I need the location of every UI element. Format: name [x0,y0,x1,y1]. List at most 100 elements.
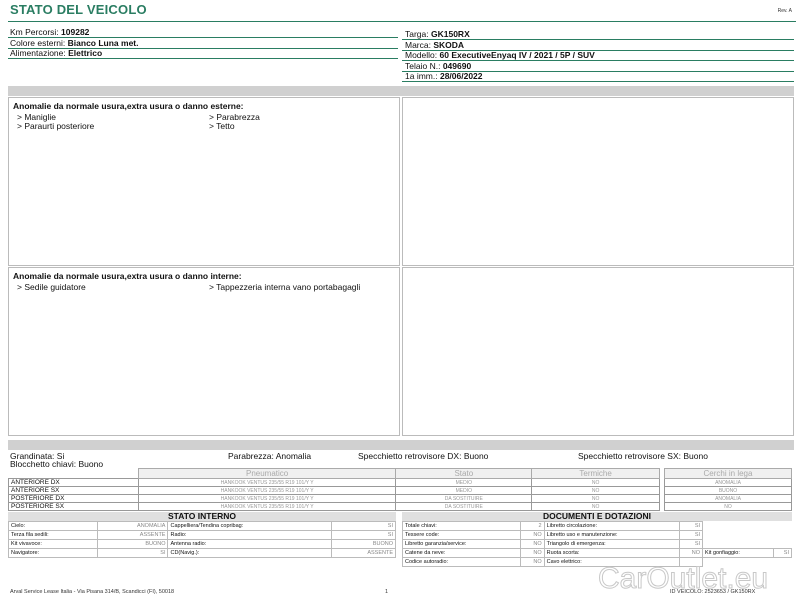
state-row: Tessere code: NO Libretto uso e manutenzio… [401,530,792,540]
state-value: NO [520,557,545,567]
documenti-title: DOCUMENTI E DOTAZIONI [402,512,792,521]
state-value: SI [678,539,704,549]
tyre-position: ANTERIORE SX [8,486,139,495]
info-label: Colore esterni: [10,38,66,48]
footer-company: Arval Service Lease Italia - Via Pisana … [10,589,175,595]
watermark-logo: CarOutlet.eu [597,562,769,596]
tyre-row: POSTERIORE DX HANKOOK VENTUS 235/55 R19 1… [8,494,660,503]
state-label: Libretto uso e manutenzione: [543,530,680,540]
tyre-stato: MEDIO [395,486,533,495]
state-row: Cielo: ANOMALIA Cappelliera/Tendina coprib… [7,521,397,531]
state-label: Antenna radio: [167,539,332,549]
state-label: Libretto circolazione: [543,521,680,531]
stato-interno-title: STATO INTERNO [8,512,396,521]
right-info-row: Modello: 60 ExecutiveEnyaq IV / 2021 / 5… [405,50,595,60]
info-value: 109282 [61,27,90,37]
tyre-row: ANTERIORE DX HANKOOK VENTUS 235/55 R19 10… [8,478,660,487]
state-label: Codice autoradio: [401,557,522,567]
cerchi-row: BUONO [664,486,792,495]
state-value: SI [330,521,397,531]
internal-photo-box [402,267,794,436]
tyre-stato: DA SOSTITUIRE [395,502,533,511]
tyre-row: ANTERIORE SX HANKOOK VENTUS 235/55 R19 10… [8,486,660,495]
anomaly-item: > Tappezzeria interna vano portabagagli [209,282,361,292]
footer-page: 1 [385,589,389,595]
state-row: Terza fila sedili: ASSENTE Radio: SI [7,530,397,540]
cerchi-value: NO [664,502,792,511]
internal-anomalies-col2: > Tappezzeria interna vano portabagagli [209,283,379,292]
documenti-table: Totale chiavi: 2 Libretto circolazione: SI T… [401,521,793,567]
state-label: Radio: [167,530,332,540]
state-label: CD(Navig.): [167,548,332,558]
state-label: Tessere code: [401,530,522,540]
tyre-termiche: NO [531,486,660,495]
section-separator-2 [8,440,794,450]
info-value: 60 ExecutiveEnyaq IV / 2021 / 5P / SUV [439,50,595,60]
tyre-termiche: NO [531,494,660,503]
cerchi-value: BUONO [664,486,792,495]
state-label: Kit gonfiaggio: [702,548,774,558]
left-info-row: Alimentazione: Elettrico [10,48,102,58]
external-photo-box [402,97,794,266]
state-label: Triangolo di emergenza: [543,539,680,549]
state-row: Navigatore: SI CD(Navig.): ASSENTE [7,548,397,558]
state-value: BUONO [97,539,169,549]
left-info-row: Km Percorsi: 109282 [10,27,89,37]
state-value: NO [520,548,545,558]
tyre-header-stato: Stato [395,468,533,479]
info-label: Telaio N.: [405,61,441,71]
info-label: Targa: [405,29,429,39]
cerchi-row: ANOMALIA [664,494,792,503]
info-value: 049690 [442,61,472,71]
external-anomalies-col2: > Parabrezza > Tetto [209,113,260,131]
tyres-table: Pneumatico Stato Termiche ANTERIORE DX HA… [8,468,660,511]
right-info-row: Telaio N.: 049690 [405,61,471,71]
state-value: SI [772,548,793,558]
tyre-termiche: NO [531,502,660,511]
cerchi-value: ANOMALIA [664,478,792,487]
state-value: 2 [520,521,545,531]
tyre-stato: MEDIO [395,478,533,487]
state-value: NO [678,548,704,558]
info-value: SKODA [433,40,465,50]
info-label: Marca: [405,40,431,50]
anomaly-item: > Tetto [209,121,235,131]
state-label: Catene da neve: [401,548,522,558]
tyre-row: POSTERIORE SX HANKOOK VENTUS 235/55 R19 1… [8,502,660,511]
tyre-model: HANKOOK VENTUS 235/55 R19 101/Y Y [137,494,397,503]
tyre-model: HANKOOK VENTUS 235/55 R19 101/Y Y [137,502,397,511]
state-value: SI [330,530,397,540]
info-label: Km Percorsi: [10,27,59,37]
info-value: Elettrico [68,48,103,58]
info-label: Alimentazione: [10,48,66,58]
info-value: Bianco Luna met. [67,38,139,48]
state-label: Cielo: [7,521,99,531]
tyre-model: HANKOOK VENTUS 235/55 R19 101/Y Y [137,478,397,487]
state-value: ANOMALIA [97,521,169,531]
state-label: Cappelliera/Tendina copribag: [167,521,332,531]
state-value: SI [678,521,704,531]
internal-anomalies-box: Anomalie da normale usura,extra usura o … [8,267,400,436]
state-value: ASSENTE [330,548,397,558]
state-row: Totale chiavi: 2 Libretto circolazione: SI [401,521,792,531]
cerchi-value: ANOMALIA [664,494,792,503]
row-divider [402,81,794,82]
row-divider [8,58,398,59]
state-row: Libretto garanzia/service: NO Triangolo di… [401,539,792,549]
right-info-row: Targa: GK150RX [405,29,470,39]
state-value: SI [97,548,169,558]
specchietto-dx-label: Specchietto retrovisore DX: Buono [358,451,489,461]
tyre-position: POSTERIORE DX [8,494,139,503]
info-value: GK150RX [431,29,470,39]
stato-interno-table: Cielo: ANOMALIA Cappelliera/Tendina coprib… [7,521,397,558]
state-value: BUONO [330,539,397,549]
left-info-row: Colore esterni: Bianco Luna met. [10,38,139,48]
tyre-position: POSTERIORE SX [8,502,139,511]
tyre-header-pneumatico: Pneumatico [137,468,397,479]
tyre-header-termiche: Termiche [531,468,660,479]
tyre-model: HANKOOK VENTUS 235/55 R19 101/Y Y [137,486,397,495]
section-separator [8,86,794,96]
info-label: Modello: [405,50,438,60]
right-info-row: 1a imm.: 28/06/2022 [405,71,483,81]
state-row: Catene da neve: NO Ruota scorta: NO Kit gonf… [401,548,793,558]
